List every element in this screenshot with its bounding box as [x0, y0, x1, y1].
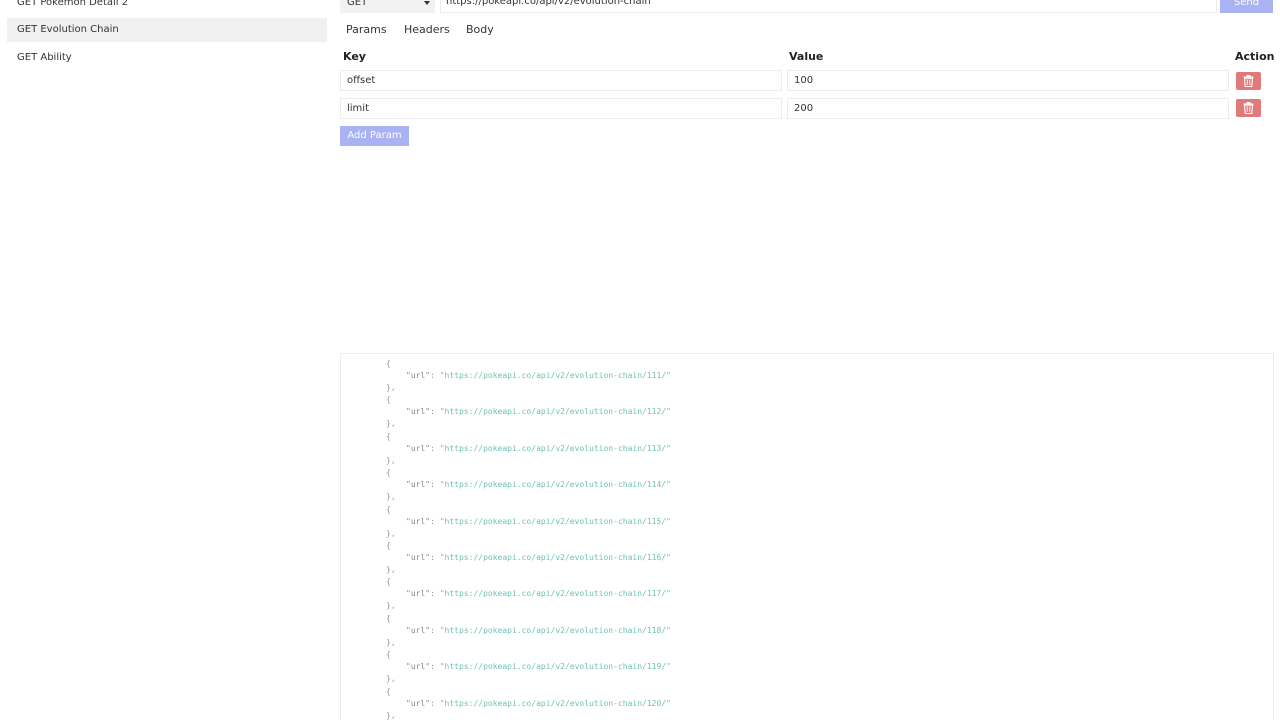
json-entry-line: "url": "https://pokeapi.co/api/v2/evolut… [406, 553, 671, 562]
json-open-brace: { [386, 577, 391, 587]
json-key: "url" [406, 371, 431, 380]
sidebar-item-ability[interactable]: GET Ability [7, 46, 327, 70]
sidebar: GET Pokemon Detail 2 GET Evolution Chain… [0, 0, 333, 720]
json-open-brace: { [386, 395, 391, 405]
json-entry-line: "url": "https://pokeapi.co/api/v2/evolut… [406, 662, 671, 672]
column-header-value: Value [789, 50, 824, 63]
json-key: "url" [406, 698, 431, 708]
tab-body[interactable]: Body [466, 22, 494, 38]
json-url-value: "https://pokeapi.co/api/v2/evolution-cha… [439, 407, 671, 417]
response-viewer[interactable]: { "url": "https://pokeapi.co/api/v2/evolu… [340, 353, 1274, 720]
json-url-value: "https://pokeapi.co/api/v2/evolution-cha… [439, 480, 671, 490]
json-close-brace: }, [386, 710, 396, 720]
json-open-brace: { [386, 431, 391, 441]
json-key: "url" [406, 516, 431, 526]
json-url-value: "https://pokeapi.co/api/v2/evolution-cha… [439, 443, 671, 453]
json-entry-line: "url": "https://pokeapi.co/api/v2/evolut… [406, 480, 671, 490]
json-key: "url" [406, 480, 431, 490]
json-entry-line: "url": "https://pokeapi.co/api/v2/evolut… [406, 625, 671, 635]
json-url-value: "https://pokeapi.co/api/v2/evolution-cha… [439, 589, 671, 599]
json-open-brace: { [386, 504, 391, 514]
chevron-down-icon [424, 1, 430, 5]
json-close-brace: }, [386, 674, 396, 684]
param-key-input[interactable]: limit [340, 98, 782, 119]
json-close-brace: }, [386, 565, 396, 574]
json-entry-line: "url": "https://pokeapi.co/api/v2/evolut… [406, 443, 671, 453]
json-entry-line: "url": "https://pokeapi.co/api/v2/evolut… [406, 589, 671, 599]
json-key: "url" [406, 407, 431, 417]
sidebar-item-pokemon-detail-2[interactable]: GET Pokemon Detail 2 [7, 0, 327, 15]
json-open-brace: { [386, 468, 391, 478]
json-entry-line: "url": "https://pokeapi.co/api/v2/evolut… [406, 371, 671, 380]
json-url-value: "https://pokeapi.co/api/v2/evolution-cha… [439, 553, 671, 562]
method-select[interactable]: GET [340, 0, 435, 13]
json-entry-line: "url": "https://pokeapi.co/api/v2/evolut… [406, 407, 671, 417]
json-close-brace: }, [386, 601, 396, 611]
json-url-value: "https://pokeapi.co/api/v2/evolution-cha… [439, 662, 671, 672]
json-close-brace: }, [386, 455, 396, 465]
json-open-brace: { [386, 613, 391, 623]
param-value-input[interactable]: 200 [787, 98, 1229, 119]
json-open-brace: { [386, 541, 391, 550]
trash-icon [1243, 102, 1254, 114]
json-key: "url" [406, 443, 431, 453]
method-value: GET [347, 0, 368, 8]
json-open-brace: { [386, 686, 391, 696]
send-button[interactable]: Send [1220, 0, 1273, 13]
json-key: "url" [406, 553, 431, 562]
delete-param-button[interactable] [1236, 72, 1261, 90]
json-key: "url" [406, 589, 431, 599]
json-close-brace: }, [386, 637, 396, 647]
url-input[interactable]: https://pokeapi.co/api/v2/evolution-chai… [440, 0, 1217, 13]
delete-param-button[interactable] [1236, 99, 1261, 117]
json-key: "url" [406, 662, 431, 672]
json-url-value: "https://pokeapi.co/api/v2/evolution-cha… [439, 625, 671, 635]
param-value-input[interactable]: 100 [787, 70, 1229, 91]
json-key: "url" [406, 625, 431, 635]
json-url-value: "https://pokeapi.co/api/v2/evolution-cha… [439, 698, 671, 708]
json-close-brace: }, [386, 383, 396, 392]
json-close-brace: }, [386, 492, 396, 502]
column-header-key: Key [343, 50, 366, 63]
sidebar-item-evolution-chain[interactable]: GET Evolution Chain [7, 18, 327, 42]
json-url-value: "https://pokeapi.co/api/v2/evolution-cha… [439, 516, 671, 526]
tab-params[interactable]: Params [346, 22, 387, 38]
json-close-brace: }, [386, 419, 396, 429]
tab-headers[interactable]: Headers [404, 22, 450, 38]
json-url-value: "https://pokeapi.co/api/v2/evolution-cha… [439, 371, 671, 380]
json-entry-line: "url": "https://pokeapi.co/api/v2/evolut… [406, 516, 671, 526]
column-header-action: Action [1235, 50, 1275, 63]
json-open-brace: { [386, 359, 391, 368]
json-close-brace: }, [386, 528, 396, 538]
json-entry-line: "url": "https://pokeapi.co/api/v2/evolut… [406, 698, 671, 708]
trash-icon [1243, 75, 1254, 87]
json-open-brace: { [386, 650, 391, 660]
add-param-button[interactable]: Add Param [340, 126, 409, 146]
param-key-input[interactable]: offset [340, 70, 782, 91]
